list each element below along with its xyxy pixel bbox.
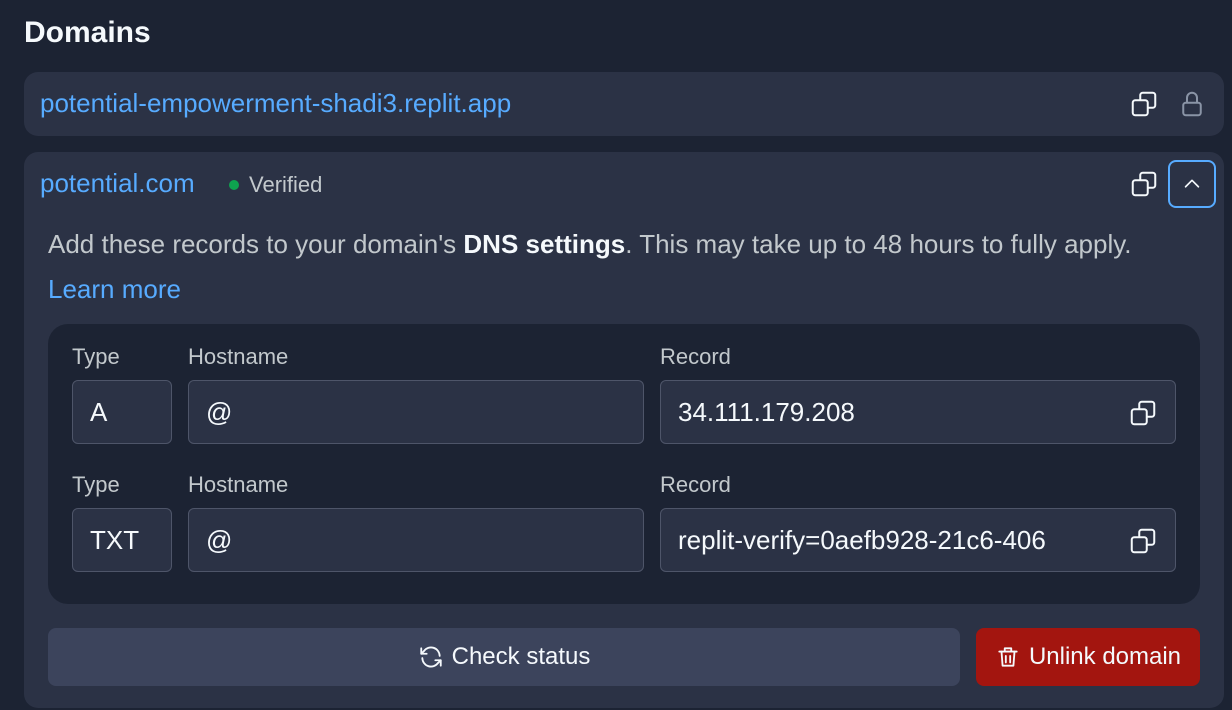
hostname-label: Hostname (188, 344, 289, 369)
copy-domain-button[interactable] (1124, 84, 1164, 124)
dns-instructions: Add these records to your domain's DNS s… (48, 222, 1168, 312)
dns-records-panel: Type Hostname Record A @ 34.111.179.208 … (48, 324, 1200, 604)
domain-card-default: potential-empowerment-shadi3.replit.app (24, 72, 1224, 136)
copy-record-button[interactable] (1123, 393, 1163, 433)
check-status-label: Check status (451, 643, 591, 670)
hostname-field[interactable]: @ (188, 508, 644, 572)
record-value-field[interactable]: replit-verify=0aefb928-21c6-406 (660, 508, 1176, 572)
lock-button[interactable] (1172, 84, 1212, 124)
hostname-value: @ (206, 396, 233, 427)
status-badge: Verified (229, 172, 322, 198)
desc-text-after: . This may take up to 48 hours to fully … (625, 229, 1132, 259)
record-label: Record (660, 472, 731, 497)
status-dot (229, 180, 239, 190)
desc-text: Add these records to your domain's (48, 229, 464, 259)
copy-record-button[interactable] (1123, 521, 1163, 561)
copy-icon (1130, 400, 1156, 426)
record-value: replit-verify=0aefb928-21c6-406 (678, 524, 1046, 555)
refresh-icon (419, 646, 442, 668)
hostname-field[interactable]: @ (188, 380, 644, 444)
lock-icon (1182, 91, 1202, 117)
collapse-button[interactable] (1168, 160, 1216, 208)
copy-domain-button[interactable] (1124, 164, 1164, 204)
chevron-up-icon (1184, 179, 1200, 188)
domain-link[interactable]: potential.com (40, 168, 195, 199)
desc-bold: DNS settings (463, 229, 626, 259)
type-label: Type (72, 472, 120, 497)
hostname-label: Hostname (188, 472, 289, 497)
copy-icon (1130, 528, 1156, 554)
hostname-value: @ (206, 524, 233, 555)
copy-icon (1131, 91, 1157, 117)
record-type-field[interactable]: TXT (72, 508, 172, 572)
status-label: Verified (249, 172, 323, 197)
domain-card-custom: potential.com Verified Add these records… (24, 152, 1224, 708)
unlink-domain-button[interactable]: Unlink domain (976, 628, 1200, 686)
record-type-field[interactable]: A (72, 380, 172, 444)
record-value-field[interactable]: 34.111.179.208 (660, 380, 1176, 444)
domain-link[interactable]: potential-empowerment-shadi3.replit.app (40, 88, 511, 119)
copy-icon (1131, 171, 1157, 197)
trash-icon (998, 647, 1018, 667)
record-value: 34.111.179.208 (678, 396, 855, 427)
unlink-domain-label: Unlink domain (1028, 643, 1182, 670)
record-type-value: A (90, 396, 108, 427)
domains-page: Domains potential-empowerment-shadi3.rep… (0, 0, 1232, 710)
type-label: Type (72, 344, 120, 369)
record-type-value: TXT (90, 524, 140, 555)
page-title: Domains (24, 16, 151, 49)
check-status-button[interactable]: Check status (48, 628, 960, 686)
learn-more-link[interactable]: Learn more (48, 274, 181, 304)
record-label: Record (660, 344, 731, 369)
